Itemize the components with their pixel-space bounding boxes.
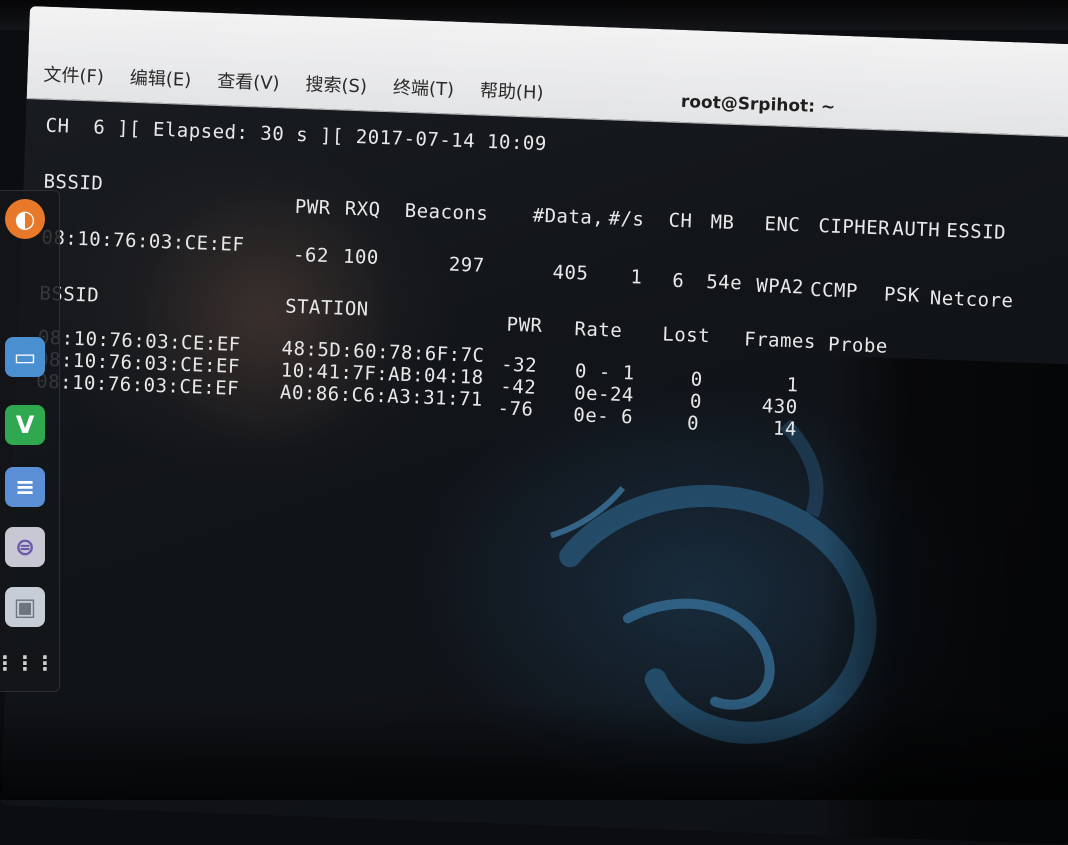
ap-header-per-s: #/s: [608, 207, 645, 231]
menu-terminal[interactable]: 终端(T): [392, 73, 455, 101]
ap-header-enc: ENC: [764, 213, 801, 237]
ap-row-pwr: -62: [292, 243, 330, 268]
app-dock: ◐ ▭ V ≡ ⊜ ▣ ⋮⋮⋮: [0, 190, 60, 692]
ap-header-mb: MB: [710, 211, 735, 234]
sta-row-lost: 0: [686, 412, 700, 435]
menu-search[interactable]: 搜索(S): [305, 70, 367, 98]
vim-icon[interactable]: V: [5, 405, 45, 445]
ap-row-essid: Netcore: [929, 287, 1014, 313]
menu-edit[interactable]: 编辑(E): [129, 64, 191, 92]
sta-row-rate: 0e- 6: [572, 404, 634, 429]
sta-header-pwr: PWR: [506, 313, 543, 337]
menu-file[interactable]: 文件(F): [43, 61, 104, 89]
sta-row-rate: 0 - 1: [574, 360, 636, 385]
ap-header-rxq: RXQ: [344, 197, 381, 221]
sta-header-frames: Frames: [743, 328, 817, 354]
text-editor-icon[interactable]: ≡: [5, 467, 45, 507]
ap-row-rxq: 100: [342, 245, 380, 269]
settings-toggle-icon[interactable]: ⊜: [5, 527, 45, 567]
ap-header-essid: ESSID: [945, 219, 1007, 244]
sta-header-lost: Lost: [661, 323, 711, 348]
sta-row-pwr: -42: [499, 375, 537, 399]
ap-header-beacons: Beacons: [404, 199, 489, 225]
firefox-icon[interactable]: ◐: [5, 199, 45, 239]
sta-header-rate: Rate: [574, 318, 623, 342]
ap-header-data: #Data,: [532, 204, 605, 230]
ap-header-cipher: CIPHER: [818, 215, 891, 240]
sta-row-pwr: -32: [500, 353, 538, 377]
sta-row-frames: 430: [761, 395, 799, 419]
ap-row-data: 405: [552, 261, 589, 285]
ap-row-cipher: CCMP: [809, 278, 859, 303]
sta-row-lost: 0: [689, 390, 703, 413]
ap-row-beacons: 297: [448, 253, 486, 277]
menu-items: 文件(F) 编辑(E) 查看(V) 搜索(S) 终端(T) 帮助(H): [43, 61, 544, 105]
sta-row-frames: 1: [786, 373, 799, 397]
ap-row-per-s: 1: [630, 266, 643, 289]
ap-header-pwr: PWR: [294, 195, 332, 220]
photo-bottom-shadow: [0, 700, 1068, 800]
sta-row-frames: 14: [772, 417, 798, 441]
sta-row-pwr: -76: [497, 397, 534, 421]
window-title: root@Srpihot: ~: [680, 91, 836, 118]
ap-header-auth: AUTH: [892, 217, 941, 242]
sta-header-station: STATION: [284, 295, 370, 321]
folder-icon[interactable]: ▭: [5, 337, 45, 377]
ap-header-ch: CH: [668, 209, 693, 233]
menu-view[interactable]: 查看(V): [217, 67, 280, 95]
ap-row-ch: 6: [671, 269, 685, 293]
status-line: CH 6 ][ Elapsed: 30 s ][ 2017-07-14 10:0…: [45, 114, 548, 156]
screenshot-icon[interactable]: ▣: [5, 587, 45, 627]
sta-header-probe: Probe: [827, 333, 889, 358]
app-grid-icon[interactable]: ⋮⋮⋮: [0, 643, 55, 683]
ap-row-auth: PSK: [883, 283, 921, 307]
sta-row-lost: 0: [690, 368, 704, 391]
sta-row-rate: 0e-24: [573, 382, 635, 407]
ap-row-mb: 54e: [705, 270, 743, 295]
menu-help[interactable]: 帮助(H): [479, 77, 544, 105]
ap-row-enc: WPA2: [755, 274, 805, 299]
